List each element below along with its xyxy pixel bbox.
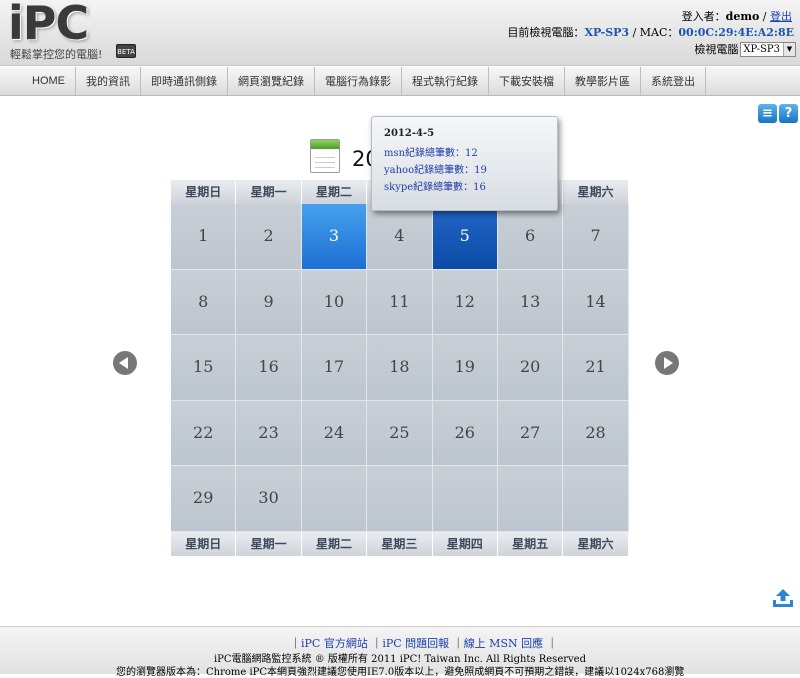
calendar-day-22[interactable]: 22 xyxy=(171,400,237,466)
calendar-day-11[interactable]: 11 xyxy=(367,269,433,335)
weekday-label: 星期二 xyxy=(301,180,368,204)
tooltip-date: 2012-4-5 xyxy=(384,128,435,139)
next-month-arrow-icon[interactable] xyxy=(655,351,679,375)
calendar-day-5[interactable]: 5 xyxy=(432,204,498,270)
weekday-label: 星期日 xyxy=(171,531,237,556)
calendar-day-10[interactable]: 10 xyxy=(301,269,368,335)
help-icon[interactable]: ? xyxy=(779,104,798,123)
browser-note: 您的瀏覽器版本為：Chrome iPC本網頁強烈建議您使用IE7.0版本以上，避… xyxy=(116,667,685,678)
calendar-day-4[interactable]: 4 xyxy=(367,204,433,270)
calendar-day-30[interactable]: 30 xyxy=(236,466,302,532)
calendar-day-empty xyxy=(563,466,629,532)
login-user: demo xyxy=(725,10,760,23)
login-info: 登入者：demo / 登出 xyxy=(682,8,792,24)
calendar-day-21[interactable]: 21 xyxy=(563,335,629,401)
calendar-day-8[interactable]: 8 xyxy=(171,269,237,335)
calendar-day-26[interactable]: 26 xyxy=(432,400,498,466)
logo-subtitle: 輕鬆掌控您的電腦! xyxy=(10,48,103,61)
day-tooltip: 2012-4-5 msn紀錄總筆數：12 yahoo紀錄總筆數：19 skype… xyxy=(371,116,558,211)
weekday-label: 星期二 xyxy=(301,531,368,556)
calendar-day-12[interactable]: 12 xyxy=(432,269,498,335)
calendar-day-28[interactable]: 28 xyxy=(563,400,629,466)
calendar-day-25[interactable]: 25 xyxy=(367,400,433,466)
nav-my-info[interactable]: 我的資訊 xyxy=(76,67,141,96)
calendar-icon xyxy=(310,139,340,173)
calendar-day-6[interactable]: 6 xyxy=(497,204,564,270)
calendar-day-19[interactable]: 19 xyxy=(432,335,498,401)
footer-links: ｜iPC 官方網站 ｜iPC 問題回報 ｜線上 MSN 回應 ｜ xyxy=(290,637,558,650)
pc-select-value: XP-SP3 xyxy=(743,43,780,55)
login-separator: / xyxy=(759,10,770,23)
upload-icon[interactable] xyxy=(772,587,794,609)
monitor-pc: XP-SP3 xyxy=(584,26,630,39)
calendar-day-20[interactable]: 20 xyxy=(497,335,564,401)
footer-link-official[interactable]: iPC 官方網站 xyxy=(301,637,368,650)
calendar-day-empty xyxy=(301,466,368,532)
calendar-day-1[interactable]: 1 xyxy=(171,204,237,270)
weekday-label: 星期四 xyxy=(432,531,498,556)
help-icons: ≡ ? xyxy=(758,104,798,123)
calendar-day-27[interactable]: 27 xyxy=(497,400,564,466)
tooltip-msn-count[interactable]: msn紀錄總筆數：12 xyxy=(384,145,545,162)
calendar-day-18[interactable]: 18 xyxy=(367,335,433,401)
nav-download[interactable]: 下載安裝檔 xyxy=(489,67,565,96)
prev-month-arrow-icon[interactable] xyxy=(113,351,137,375)
calendar-day-23[interactable]: 23 xyxy=(236,400,302,466)
calendar-day-7[interactable]: 7 xyxy=(563,204,629,270)
tooltip-yahoo-count[interactable]: yahoo紀錄總筆數：19 xyxy=(384,162,545,179)
weekday-label: 星期一 xyxy=(236,531,302,556)
weekday-label: 星期六 xyxy=(563,531,629,556)
calendar-day-empty xyxy=(432,466,498,532)
mac-address: 00:0C:29:4E:A2:8E xyxy=(678,26,794,39)
weekday-label: 星期日 xyxy=(171,180,237,204)
header: iPC 輕鬆掌控您的電腦! BETA 登入者：demo / 登出 目前檢視電腦：… xyxy=(0,0,800,66)
mac-label: / MAC： xyxy=(629,26,679,39)
calendar-day-14[interactable]: 14 xyxy=(563,269,629,335)
chevron-down-icon[interactable]: ▼ xyxy=(783,42,795,56)
main-nav: HOME 我的資訊 即時通訊側錄 網頁瀏覽紀錄 電腦行為錄影 程式執行紀錄 下載… xyxy=(0,67,800,96)
calendar-day-29[interactable]: 29 xyxy=(171,466,237,532)
nav-program-log[interactable]: 程式執行紀錄 xyxy=(402,67,489,96)
weekday-label: 星期一 xyxy=(236,180,302,204)
weekday-label: 星期三 xyxy=(367,531,433,556)
logout-link[interactable]: 登出 xyxy=(770,10,792,23)
calendar-day-17[interactable]: 17 xyxy=(301,335,368,401)
nav-im-log[interactable]: 即時通訊側錄 xyxy=(141,67,228,96)
calendar-day-empty xyxy=(497,466,564,532)
nav-web-history[interactable]: 網頁瀏覽紀錄 xyxy=(228,67,315,96)
message-icon[interactable]: ≡ xyxy=(758,104,777,123)
ipc-logo[interactable]: iPC 輕鬆掌控您的電腦! BETA xyxy=(8,0,136,64)
footer-link-report[interactable]: iPC 問題回報 xyxy=(382,637,449,650)
logo-text: iPC xyxy=(8,0,89,50)
footer: ｜iPC 官方網站 ｜iPC 問題回報 ｜線上 MSN 回應 ｜ iPC電腦網路… xyxy=(0,626,800,678)
tooltip-skype-count[interactable]: skype紀錄總筆數：16 xyxy=(384,179,545,196)
pc-selector-label: 檢視電腦 xyxy=(694,43,739,56)
login-prefix: 登入者： xyxy=(681,10,726,23)
calendar-day-9[interactable]: 9 xyxy=(236,269,302,335)
pc-selector: 檢視電腦 XP-SP3 ▼ xyxy=(694,41,796,57)
weekday-label: 星期六 xyxy=(563,180,629,204)
nav-tutorial-videos[interactable]: 教學影片區 xyxy=(565,67,641,96)
beta-badge: BETA xyxy=(116,44,136,58)
calendar-day-15[interactable]: 15 xyxy=(171,335,237,401)
calendar-day-2[interactable]: 2 xyxy=(236,204,302,270)
weekday-header-bottom: 星期日 星期一 星期二 星期三 星期四 星期五 星期六 xyxy=(171,531,629,556)
footer-link-msn[interactable]: 線上 MSN 回應 xyxy=(464,637,543,650)
calendar-day-16[interactable]: 16 xyxy=(236,335,302,401)
nav-screen-recording[interactable]: 電腦行為錄影 xyxy=(315,67,402,96)
calendar-grid: 星期日 星期一 星期二 星期三 星期四 星期五 星期六 123456789101… xyxy=(171,180,629,556)
calendar-day-24[interactable]: 24 xyxy=(301,400,368,466)
calendar-day-13[interactable]: 13 xyxy=(497,269,564,335)
monitor-info: 目前檢視電腦：XP-SP3 / MAC：00:0C:29:4E:A2:8E xyxy=(507,24,794,40)
calendar-day-3[interactable]: 3 xyxy=(301,204,368,270)
nav-home[interactable]: HOME xyxy=(22,67,76,96)
calendar-day-empty xyxy=(367,466,433,532)
pc-select-dropdown[interactable]: XP-SP3 ▼ xyxy=(740,41,796,57)
calendar-days: 1 2 3 4 5 6 7 8 9 10 11 12 13 14 15 16 17 18 19 20 21 22 23 24 2… xyxy=(171,204,629,532)
weekday-label: 星期五 xyxy=(497,531,564,556)
monitor-label: 目前檢視電腦： xyxy=(507,26,585,39)
nav-logout[interactable]: 系統登出 xyxy=(641,67,706,96)
